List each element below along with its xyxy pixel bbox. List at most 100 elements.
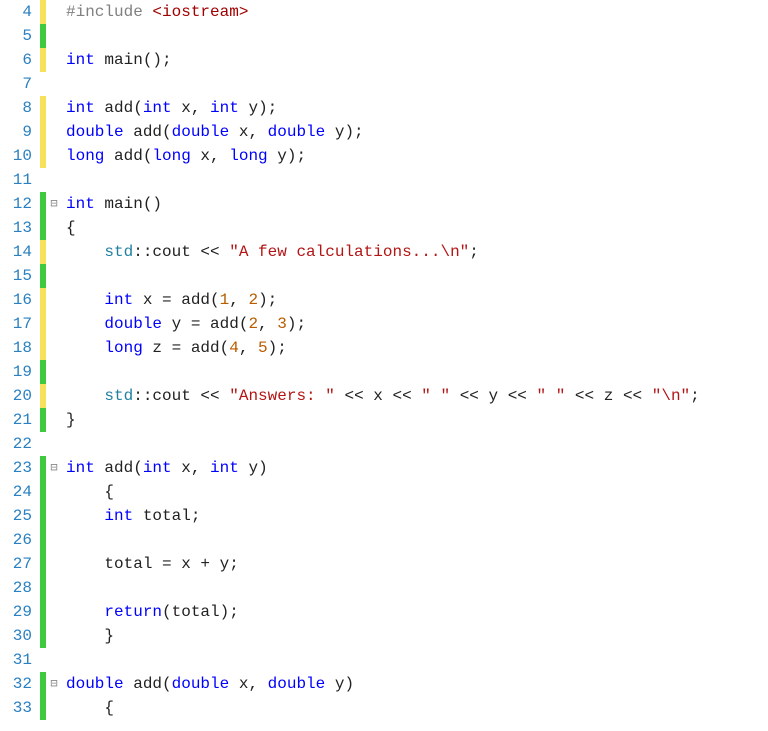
code-line[interactable]: 22 [0, 432, 768, 456]
code-text[interactable] [62, 528, 768, 552]
code-line[interactable]: 12⊟int main() [0, 192, 768, 216]
code-text[interactable] [62, 24, 768, 48]
line-number: 26 [0, 528, 40, 552]
line-number: 31 [0, 648, 40, 672]
code-text[interactable]: long z = add(4, 5); [62, 336, 768, 360]
code-line[interactable]: 6int main(); [0, 48, 768, 72]
code-text[interactable]: int add(int x, int y); [62, 96, 768, 120]
code-text[interactable]: #include <iostream> [62, 0, 768, 24]
fold-icon [46, 264, 62, 288]
line-number: 19 [0, 360, 40, 384]
line-number: 30 [0, 624, 40, 648]
code-line[interactable]: 5 [0, 24, 768, 48]
fold-icon [46, 624, 62, 648]
code-line[interactable]: 13 { [0, 216, 768, 240]
code-line[interactable]: 21} [0, 408, 768, 432]
code-line[interactable]: 14 std::cout << "A few calculations...\n… [0, 240, 768, 264]
code-text[interactable]: int main(); [62, 48, 768, 72]
code-text[interactable] [62, 168, 768, 192]
code-text[interactable] [62, 264, 768, 288]
code-line[interactable]: 9double add(double x, double y); [0, 120, 768, 144]
line-number: 12 [0, 192, 40, 216]
fold-icon [46, 504, 62, 528]
code-line[interactable]: 28 [0, 576, 768, 600]
fold-icon [46, 576, 62, 600]
fold-icon [46, 96, 62, 120]
line-number: 14 [0, 240, 40, 264]
code-text[interactable]: int add(int x, int y) [62, 456, 768, 480]
code-text[interactable]: total = x + y; [62, 552, 768, 576]
code-line[interactable]: 25 int total; [0, 504, 768, 528]
code-editor[interactable]: 4#include <iostream>56int main();78int a… [0, 0, 768, 720]
code-text[interactable]: int main() [62, 192, 768, 216]
code-line[interactable]: 31 [0, 648, 768, 672]
code-line[interactable]: 24 { [0, 480, 768, 504]
fold-icon [46, 24, 62, 48]
code-text[interactable]: return(total); [62, 600, 768, 624]
line-number: 17 [0, 312, 40, 336]
fold-icon [46, 216, 62, 240]
code-line[interactable]: 30 } [0, 624, 768, 648]
code-text[interactable]: std::cout << "A few calculations...\n"; [62, 240, 768, 264]
code-line[interactable]: 17 double y = add(2, 3); [0, 312, 768, 336]
code-text[interactable] [62, 648, 768, 672]
fold-icon [46, 432, 62, 456]
code-text[interactable]: { [62, 696, 768, 720]
fold-icon [46, 288, 62, 312]
code-text[interactable]: } [62, 624, 768, 648]
fold-icon [46, 240, 62, 264]
code-text[interactable]: std::cout << "Answers: " << x << " " << … [62, 384, 768, 408]
line-number: 29 [0, 600, 40, 624]
fold-icon [46, 144, 62, 168]
line-number: 23 [0, 456, 40, 480]
code-text[interactable] [62, 360, 768, 384]
code-line[interactable]: 15 [0, 264, 768, 288]
code-text[interactable]: { [62, 216, 768, 240]
fold-icon [46, 552, 62, 576]
code-line[interactable]: 7 [0, 72, 768, 96]
line-number: 32 [0, 672, 40, 696]
code-line[interactable]: 8int add(int x, int y); [0, 96, 768, 120]
code-line[interactable]: 32⊟double add(double x, double y) [0, 672, 768, 696]
fold-icon [46, 120, 62, 144]
line-number: 11 [0, 168, 40, 192]
code-line[interactable]: 4#include <iostream> [0, 0, 768, 24]
fold-icon[interactable]: ⊟ [46, 672, 62, 696]
code-text[interactable] [62, 72, 768, 96]
code-text[interactable]: { [62, 480, 768, 504]
code-text[interactable]: } [62, 408, 768, 432]
fold-icon [46, 408, 62, 432]
line-number: 28 [0, 576, 40, 600]
code-line[interactable]: 27 total = x + y; [0, 552, 768, 576]
line-number: 13 [0, 216, 40, 240]
code-text[interactable]: int x = add(1, 2); [62, 288, 768, 312]
code-line[interactable]: 29 return(total); [0, 600, 768, 624]
code-line[interactable]: 23⊟int add(int x, int y) [0, 456, 768, 480]
code-line[interactable]: 26 [0, 528, 768, 552]
code-line[interactable]: 10 long add(long x, long y); [0, 144, 768, 168]
code-text[interactable] [62, 432, 768, 456]
line-number: 10 [0, 144, 40, 168]
code-text[interactable]: int total; [62, 504, 768, 528]
line-number: 25 [0, 504, 40, 528]
code-text[interactable]: double add(double x, double y); [62, 120, 768, 144]
code-text[interactable]: double add(double x, double y) [62, 672, 768, 696]
fold-icon [46, 48, 62, 72]
code-line[interactable]: 20 std::cout << "Answers: " << x << " " … [0, 384, 768, 408]
fold-icon [46, 600, 62, 624]
code-text[interactable]: long add(long x, long y); [62, 144, 768, 168]
line-number: 7 [0, 72, 40, 96]
code-line[interactable]: 18 long z = add(4, 5); [0, 336, 768, 360]
fold-icon [46, 384, 62, 408]
fold-icon[interactable]: ⊟ [46, 192, 62, 216]
fold-icon[interactable]: ⊟ [46, 456, 62, 480]
code-line[interactable]: 16 int x = add(1, 2); [0, 288, 768, 312]
fold-icon [46, 168, 62, 192]
fold-icon [46, 336, 62, 360]
code-line[interactable]: 19 [0, 360, 768, 384]
code-text[interactable]: double y = add(2, 3); [62, 312, 768, 336]
code-text[interactable] [62, 576, 768, 600]
line-number: 20 [0, 384, 40, 408]
code-line[interactable]: 11 [0, 168, 768, 192]
code-line[interactable]: 33 { [0, 696, 768, 720]
